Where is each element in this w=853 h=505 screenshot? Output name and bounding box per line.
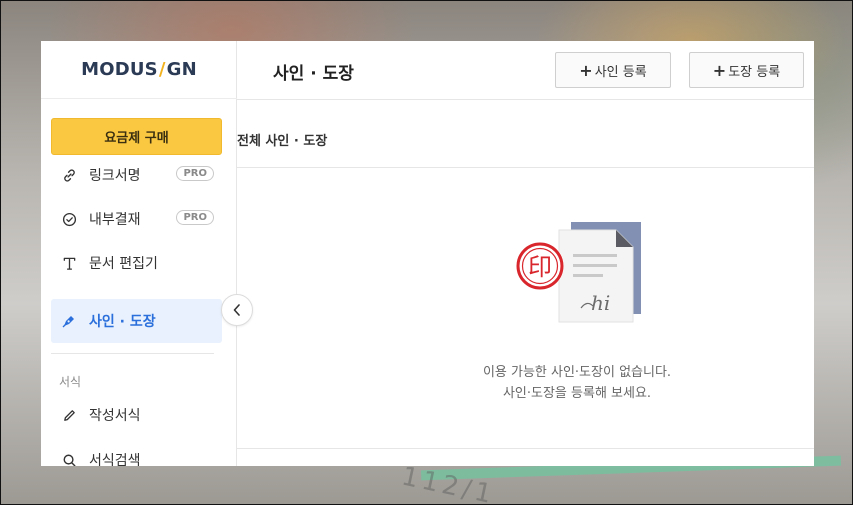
pen-nib-icon xyxy=(61,313,77,329)
empty-state-line-2: 사인·도장을 등록해 보세요. xyxy=(502,386,652,401)
logo-text-left: MODUS xyxy=(81,59,158,80)
search-icon xyxy=(61,452,77,466)
section-label-forms: 서식 xyxy=(59,375,82,389)
sidebar-item-search-form[interactable]: 서식검색 xyxy=(51,438,222,466)
document-stamp-illustration: hi 印 xyxy=(516,222,641,323)
check-circle-icon xyxy=(61,211,77,227)
sidebar-item-label: 작성서식 xyxy=(89,408,141,424)
pro-badge: PRO xyxy=(176,210,214,225)
page-header: 사인 · 도장 + 사인 등록 + 도장 등록 xyxy=(237,41,814,100)
page-title: 사인 · 도장 xyxy=(273,64,354,84)
empty-state-line-1: 이용 가능한 사인·도장이 없습니다. xyxy=(482,365,672,380)
app-window: MODUS / GN 요금제 구매 링크서명 PRO 내부결재 PRO 문서 편… xyxy=(41,41,814,466)
sidebar-item-write-form[interactable]: 작성서식 xyxy=(51,393,222,437)
sidebar-item-label: 서식검색 xyxy=(89,453,141,466)
plus-icon: + xyxy=(712,60,727,80)
sidebar-item-sign-stamp[interactable]: 사인 · 도장 xyxy=(51,299,222,343)
register-signature-button[interactable]: + 사인 등록 xyxy=(555,52,671,88)
empty-state-illustration: hi 印 xyxy=(513,220,643,326)
signature-text: hi xyxy=(591,291,610,315)
sidebar: MODUS / GN 요금제 구매 링크서명 PRO 내부결재 PRO 문서 편… xyxy=(41,41,237,466)
sidebar-item-label: 내부결재 xyxy=(89,212,141,228)
pencil-icon xyxy=(61,407,77,423)
chevron-left-icon xyxy=(232,301,242,320)
logo[interactable]: MODUS / GN xyxy=(41,41,237,99)
button-label: 도장 등록 xyxy=(728,64,781,80)
sidebar-item-label: 링크서명 xyxy=(89,168,141,184)
sidebar-item-document-editor[interactable]: 문서 편집기 xyxy=(51,241,222,285)
stamp-text: 印 xyxy=(528,253,552,281)
plan-purchase-button[interactable]: 요금제 구매 xyxy=(51,118,222,155)
register-stamp-button[interactable]: + 도장 등록 xyxy=(689,52,804,88)
list-subheader: 전체 사인 · 도장 xyxy=(237,100,814,168)
screenshot-frame: 112/1 MODUS / GN 요금제 구매 링크서명 PRO 내부결재 PR… xyxy=(0,0,853,505)
sidebar-collapse-button[interactable] xyxy=(221,294,253,326)
sidebar-divider xyxy=(51,353,214,354)
sidebar-item-label: 사인 · 도장 xyxy=(89,314,156,330)
empty-state-message: 이용 가능한 사인·도장이 없습니다. 사인·도장을 등록해 보세요. xyxy=(237,362,814,404)
button-label: 사인 등록 xyxy=(594,64,647,80)
list-title: 전체 사인 · 도장 xyxy=(237,134,328,149)
sidebar-item-link-sign[interactable]: 링크서명 PRO xyxy=(51,153,222,197)
main-content: 사인 · 도장 + 사인 등록 + 도장 등록 전체 사인 · 도장 hi 印 … xyxy=(237,41,814,466)
pro-badge: PRO xyxy=(176,166,214,181)
logo-text-right: GN xyxy=(166,59,197,80)
empty-state: hi 印 이용 가능한 사인·도장이 없습니다. 사인·도장을 등록해 보세요. xyxy=(237,168,814,449)
sidebar-item-label: 문서 편집기 xyxy=(89,256,158,272)
sidebar-item-internal-approval[interactable]: 내부결재 PRO xyxy=(51,197,222,241)
link-icon xyxy=(61,167,77,183)
text-icon xyxy=(61,255,77,271)
logo-slash: / xyxy=(158,59,166,80)
plus-icon: + xyxy=(579,60,593,80)
